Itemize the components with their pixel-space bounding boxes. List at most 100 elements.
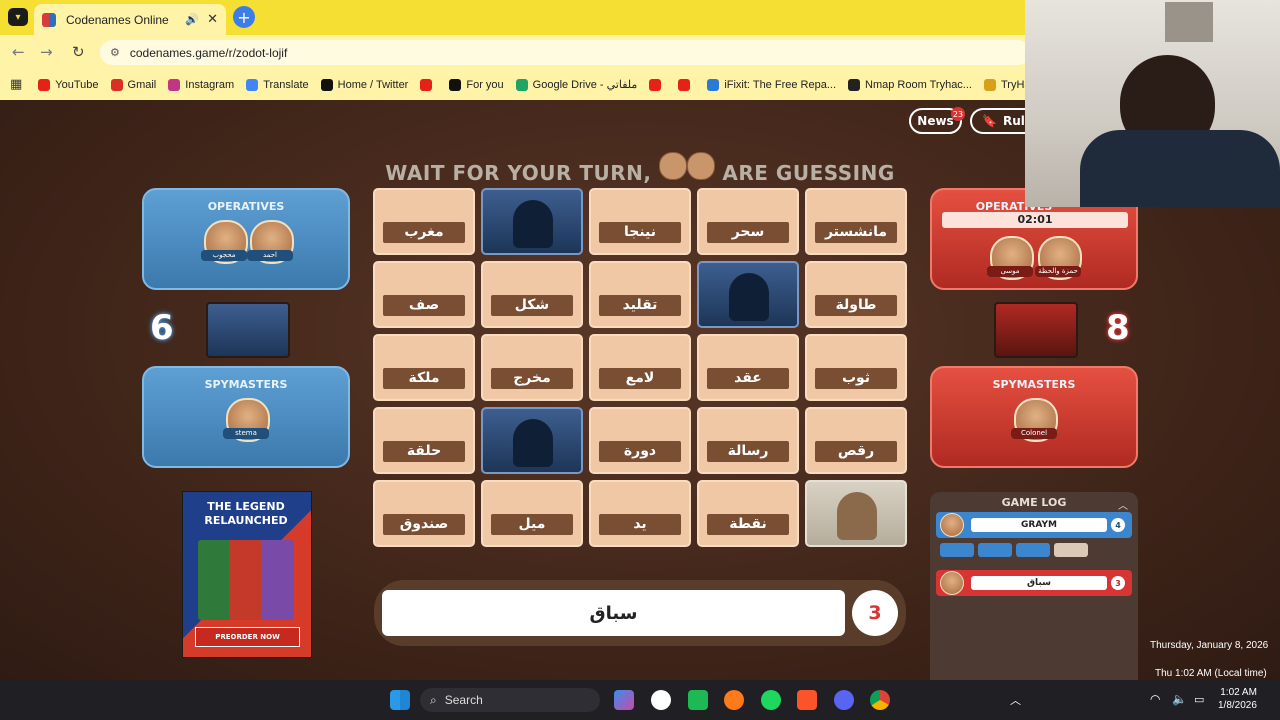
volume-icon[interactable]: 🔈 xyxy=(1172,692,1187,706)
windows-start-icon[interactable] xyxy=(390,690,410,710)
copilot-icon[interactable] xyxy=(614,690,634,710)
site-info-icon[interactable]: ⚙ xyxy=(110,46,120,59)
word-label: صف xyxy=(383,295,465,316)
red-score: 8 xyxy=(1106,308,1130,348)
blue-revealed-card[interactable] xyxy=(697,261,799,328)
youtube-icon xyxy=(678,78,691,91)
x-logo-icon xyxy=(320,78,333,91)
collapse-icon[interactable]: ︿ xyxy=(1118,497,1128,512)
neutral-revealed-card[interactable] xyxy=(805,480,907,547)
local-time-tooltip: Thu 1:02 AM (Local time) xyxy=(1155,668,1267,679)
bookmark-youtube-2[interactable] xyxy=(420,78,437,91)
bystander-figure xyxy=(837,492,877,540)
bookmark-youtube-4[interactable] xyxy=(678,78,695,91)
url-text: codenames.game/r/zodot-lojif xyxy=(129,45,288,60)
blue-agent-card xyxy=(206,302,290,358)
discord-icon[interactable] xyxy=(834,690,854,710)
bookmark-google-drive[interactable]: Google Drive - ملفاتي xyxy=(515,78,637,91)
word-label: مغرب xyxy=(383,222,465,243)
word-card[interactable]: ثوب xyxy=(805,334,907,401)
bookmark-gmail[interactable]: Gmail xyxy=(110,78,156,91)
log-count: 3 xyxy=(1111,576,1125,590)
tray-chevron-icon[interactable]: ︿ xyxy=(1010,692,1021,708)
word-card[interactable]: تقليد xyxy=(589,261,691,328)
reload-icon[interactable]: ↻ xyxy=(72,43,85,61)
word-label: طاولة xyxy=(815,295,897,316)
apps-grid-icon[interactable]: ▦ xyxy=(10,77,22,92)
word-card[interactable]: مغرب xyxy=(373,188,475,255)
word-card[interactable]: دورة xyxy=(589,407,691,474)
word-card[interactable]: يد xyxy=(589,480,691,547)
player-name: محجوب xyxy=(201,250,247,261)
word-board: مغرب نينجا سحر مانشستر صف شكل تقليد طاولة ملكة مخ… xyxy=(373,188,907,547)
word-card[interactable]: نينجا xyxy=(589,188,691,255)
clue-word: سباق xyxy=(382,590,845,636)
bookmark-nmap-room[interactable]: Nmap Room Tryhac... xyxy=(848,78,972,91)
ifixit-icon xyxy=(707,78,720,91)
guesser-avatar xyxy=(686,152,715,180)
word-card[interactable]: رقص xyxy=(805,407,907,474)
url-field[interactable]: ⚙ codenames.game/r/zodot-lojif xyxy=(100,40,1030,65)
spotify-icon[interactable] xyxy=(761,690,781,710)
blue-revealed-card[interactable] xyxy=(481,407,583,474)
tryhackme-icon xyxy=(848,78,860,91)
new-tab-button[interactable]: + xyxy=(233,6,255,28)
tab-title: Codenames Online xyxy=(66,12,169,27)
obs-icon[interactable] xyxy=(651,690,671,710)
taskbar-clock[interactable]: 1:02 AM 1/8/2026 xyxy=(1218,686,1257,712)
log-guesses-row xyxy=(940,543,1090,559)
speaker-icon[interactable]: 🔊 xyxy=(185,13,199,26)
rules-button[interactable]: 🔖 Rule xyxy=(970,108,1033,134)
back-icon[interactable]: ← xyxy=(12,43,25,61)
word-label: مانشستر xyxy=(815,222,897,243)
word-card[interactable]: سحر xyxy=(697,188,799,255)
taskbar-search[interactable]: ⌕ Search xyxy=(420,688,600,712)
bookmark-youtube-3[interactable] xyxy=(649,78,666,91)
log-clue: سباق xyxy=(971,576,1107,590)
word-card[interactable]: ميل xyxy=(481,480,583,547)
word-card[interactable]: مانشستر xyxy=(805,188,907,255)
word-card[interactable]: صف xyxy=(373,261,475,328)
news-count-badge: 23 xyxy=(951,107,965,121)
player-avatar xyxy=(940,571,964,595)
game-log-title: GAME LOG xyxy=(1001,496,1067,509)
word-card[interactable]: لامع xyxy=(589,334,691,401)
word-card[interactable]: نقطة xyxy=(697,480,799,547)
word-card[interactable]: عقد xyxy=(697,334,799,401)
close-tab-icon[interactable]: ✕ xyxy=(207,12,218,27)
bookmark-instagram[interactable]: Instagram xyxy=(168,78,234,91)
word-label: صندوق xyxy=(383,514,465,535)
bookmark-translate[interactable]: Translate xyxy=(246,78,309,91)
player-name: موسى xyxy=(987,266,1033,277)
youtube-icon xyxy=(420,78,433,91)
bookmark-ifixit[interactable]: iFixit: The Free Repa... xyxy=(707,78,836,91)
word-card[interactable]: طاولة xyxy=(805,261,907,328)
guesser-avatar xyxy=(658,152,687,180)
wall-poster xyxy=(1165,2,1213,42)
battery-icon[interactable]: ▭ xyxy=(1194,693,1204,706)
store-icon[interactable] xyxy=(688,690,708,710)
taskbar xyxy=(0,680,1280,720)
wifi-icon[interactable]: ◠ xyxy=(1150,692,1160,706)
browser-tab[interactable]: Codenames Online 🔊 ✕ xyxy=(34,4,226,35)
forward-icon[interactable]: → xyxy=(40,43,53,61)
word-card[interactable]: حلقة xyxy=(373,407,475,474)
word-card[interactable]: شكل xyxy=(481,261,583,328)
chrome-icon[interactable] xyxy=(870,690,890,710)
bookmark-for-you[interactable]: For you xyxy=(449,78,504,91)
tab-search-button[interactable]: ▾ xyxy=(8,8,28,26)
word-card[interactable]: رسالة xyxy=(697,407,799,474)
word-label: مخرج xyxy=(491,368,573,389)
brave-icon[interactable] xyxy=(797,690,817,710)
word-card[interactable]: صندوق xyxy=(373,480,475,547)
preorder-button[interactable]: PREORDER NOW xyxy=(195,627,300,647)
bookmark-twitter-home[interactable]: Home / Twitter xyxy=(320,78,408,91)
word-card[interactable]: ملكة xyxy=(373,334,475,401)
blue-revealed-card[interactable] xyxy=(481,188,583,255)
bookmark-youtube[interactable]: YouTube xyxy=(38,78,99,91)
turn-status-banner: WAIT FOR YOUR TURN, ARE GUESSING xyxy=(380,152,900,185)
firefox-icon[interactable] xyxy=(724,690,744,710)
word-card[interactable]: مخرج xyxy=(481,334,583,401)
log-clue: GRAYM xyxy=(971,518,1107,532)
blue-operatives-label: OPERATIVES xyxy=(207,200,285,213)
